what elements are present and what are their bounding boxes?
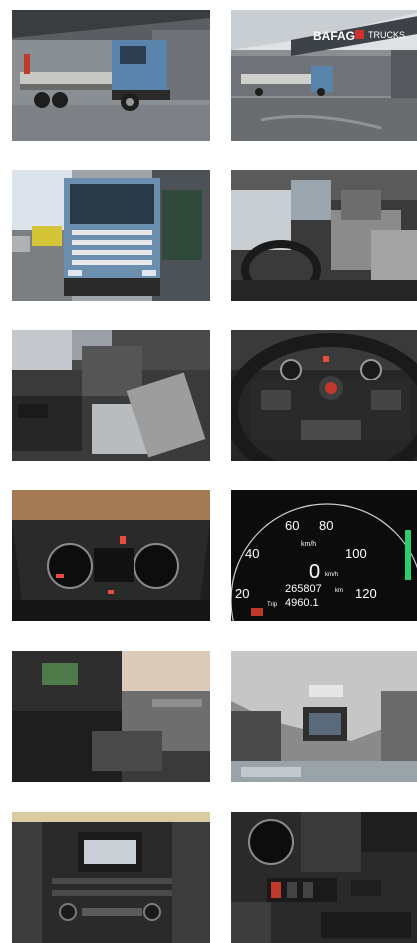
- gallery-photo-truck-front[interactable]: [12, 170, 210, 301]
- gallery-photo-radio-panel[interactable]: [12, 812, 210, 943]
- gallery-photo-cab-passenger[interactable]: [12, 330, 210, 461]
- instrument-cluster-photo: [12, 490, 210, 621]
- gallery-photo-cab-interior[interactable]: [231, 170, 417, 301]
- gallery-photo-instrument-cluster[interactable]: [12, 490, 210, 621]
- speed-unit: km/h: [301, 541, 316, 548]
- speed-tick-20: 20: [235, 586, 249, 601]
- truck-dealership-photo: BAFAG TRUCKS: [231, 10, 417, 141]
- truck-side-photo: [12, 10, 210, 141]
- speed-tick-60: 60: [285, 518, 299, 533]
- speed-tick-100: 100: [345, 546, 367, 561]
- truck-front-photo: [12, 170, 210, 301]
- gallery-photo-truck-side[interactable]: [12, 10, 210, 141]
- cab-interior-photo: [231, 170, 417, 301]
- dealer-sign-text2: TRUCKS: [368, 30, 405, 40]
- photo-gallery: BAFAG TRUCKS 60 80 40 100 20 120 km/h 0 …: [0, 0, 417, 943]
- roof-hatch-photo: [231, 651, 417, 782]
- gallery-photo-switch-panel[interactable]: [231, 812, 417, 943]
- gallery-photo-center-console[interactable]: [12, 651, 210, 782]
- switch-panel-photo: [231, 812, 417, 943]
- gallery-photo-truck-dealership[interactable]: BAFAG TRUCKS: [231, 10, 417, 141]
- steering-wheel-photo: [231, 330, 417, 461]
- dealer-sign-text: BAFAG: [313, 29, 355, 43]
- gallery-photo-roof-hatch[interactable]: [231, 651, 417, 782]
- speedometer-photo: 60 80 40 100 20 120 km/h 0 km/h 265807 k…: [231, 490, 417, 621]
- cab-passenger-photo: [12, 330, 210, 461]
- odometer-total: 265807: [285, 583, 322, 595]
- gallery-photo-steering-wheel[interactable]: [231, 330, 417, 461]
- odometer-unit: km: [335, 588, 343, 594]
- odometer-trip: 4960.1: [285, 597, 319, 609]
- trip-label: Trip: [267, 602, 278, 608]
- svg-text:km/h: km/h: [325, 572, 338, 578]
- speed-tick-120: 120: [355, 586, 377, 601]
- speed-tick-80: 80: [319, 518, 333, 533]
- speed-tick-40: 40: [245, 546, 259, 561]
- radio-panel-photo: [12, 812, 210, 943]
- speed-readout: 0: [309, 561, 320, 583]
- gallery-photo-speedometer[interactable]: 60 80 40 100 20 120 km/h 0 km/h 265807 k…: [231, 490, 417, 621]
- center-console-photo: [12, 651, 210, 782]
